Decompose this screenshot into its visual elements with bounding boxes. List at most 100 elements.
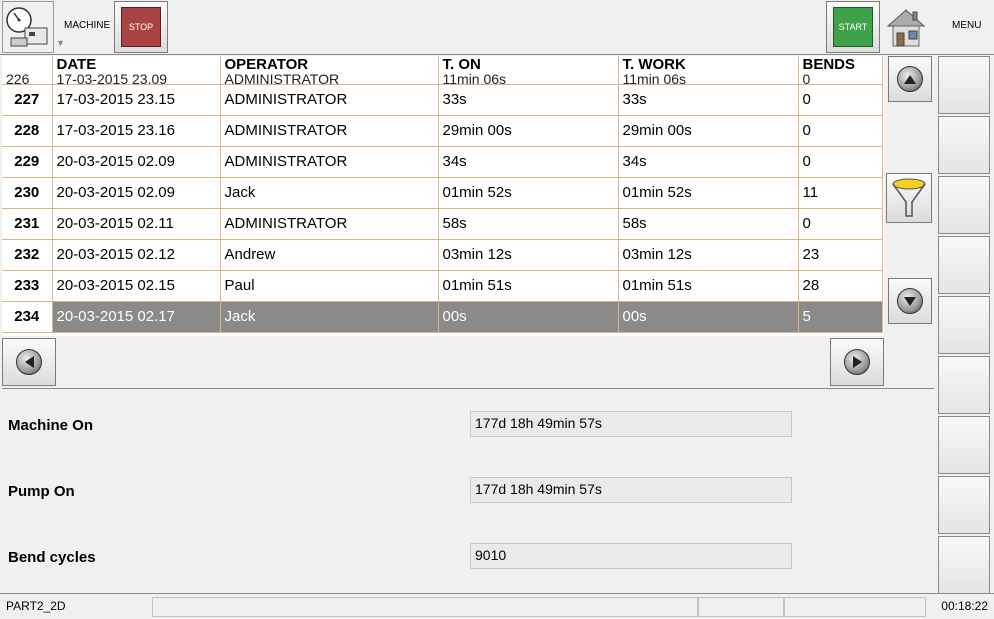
top-toolbar: MACHINE ▼ STOP START MENU bbox=[0, 0, 994, 55]
machine-dropdown-arrow-icon[interactable]: ▼ bbox=[56, 38, 65, 48]
home-icon[interactable] bbox=[884, 4, 928, 50]
col-header-date[interactable]: DATE 17-03-2015 23.09 bbox=[52, 56, 221, 85]
softkey-8[interactable] bbox=[938, 476, 990, 534]
filter-button[interactable] bbox=[886, 173, 932, 223]
partial-row-t-on: 11min 06s bbox=[442, 71, 507, 84]
row-bends: 0 bbox=[798, 208, 883, 240]
arrow-left-icon bbox=[16, 349, 42, 375]
table-row[interactable]: 232 20-03-2015 02.12 Andrew 03min 12s 03min … bbox=[2, 239, 883, 271]
row-t-on: 00s bbox=[438, 301, 619, 333]
row-date: 20-03-2015 02.11 bbox=[52, 208, 221, 240]
row-number: 234 bbox=[2, 301, 53, 333]
stop-button[interactable]: STOP bbox=[121, 7, 161, 47]
machine-gauge-icon bbox=[6, 7, 48, 47]
row-t-on: 01min 51s bbox=[438, 270, 619, 302]
machine-on-value: 177d 18h 49min 57s bbox=[470, 411, 792, 437]
row-operator: Andrew bbox=[220, 239, 439, 271]
softkey-2[interactable] bbox=[938, 116, 990, 174]
partial-row-bends: 0 bbox=[802, 71, 811, 84]
table-row[interactable]: 233 20-03-2015 02.15 Paul 01min 51s 01min 51… bbox=[2, 270, 883, 302]
menu-label[interactable]: MENU bbox=[952, 20, 981, 31]
table-row[interactable]: 234 20-03-2015 02.17 Jack 00s 00s 5 bbox=[2, 300, 883, 333]
row-t-work: 34s bbox=[618, 146, 799, 178]
partial-row-operator: ADMINISTRATOR bbox=[224, 71, 340, 84]
softkey-6[interactable] bbox=[938, 356, 990, 414]
row-operator: ADMINISTRATOR bbox=[220, 115, 439, 147]
status-bar: PART2_2D 00:18:22 bbox=[0, 593, 994, 619]
row-t-on: 58s bbox=[438, 208, 619, 240]
row-operator: Jack bbox=[220, 177, 439, 209]
row-number: 230 bbox=[2, 177, 53, 209]
row-bends: 28 bbox=[798, 270, 883, 302]
table-row[interactable]: 230 20-03-2015 02.09 Jack 01min 52s 01min 52… bbox=[2, 177, 883, 209]
scroll-right-button[interactable] bbox=[830, 338, 884, 386]
table-row[interactable]: 229 20-03-2015 02.09 ADMINISTRATOR 34s 34s 0 bbox=[2, 146, 883, 178]
col-header-operator[interactable]: OPERATOR ADMINISTRATOR bbox=[220, 56, 439, 85]
arrow-right-icon bbox=[844, 349, 870, 375]
row-date: 20-03-2015 02.09 bbox=[52, 146, 221, 178]
row-date: 20-03-2015 02.15 bbox=[52, 270, 221, 302]
partial-row-num: 226 bbox=[6, 71, 30, 84]
col-header-bends[interactable]: BENDS 0 bbox=[798, 56, 883, 85]
row-bends: 11 bbox=[798, 177, 883, 209]
scroll-up-button[interactable] bbox=[888, 56, 932, 102]
filter-funnel-icon bbox=[892, 178, 926, 217]
row-t-work: 03min 12s bbox=[618, 239, 799, 271]
row-number: 227 bbox=[2, 84, 53, 116]
row-operator: Jack bbox=[220, 301, 439, 333]
machine-gauge-button[interactable] bbox=[2, 1, 54, 53]
softkey-4[interactable] bbox=[938, 236, 990, 294]
scroll-left-button[interactable] bbox=[2, 338, 56, 386]
status-cell-a bbox=[698, 597, 784, 617]
machine-on-label: Machine On bbox=[8, 417, 94, 434]
row-number: 228 bbox=[2, 115, 53, 147]
row-bends: 23 bbox=[798, 239, 883, 271]
bend-cycles-value: 9010 bbox=[470, 543, 792, 569]
row-t-on: 03min 12s bbox=[438, 239, 619, 271]
row-bends: 0 bbox=[798, 115, 883, 147]
partial-row-t-work: 11min 06s bbox=[622, 71, 687, 84]
table-header-row: 226 DATE 17-03-2015 23.09 OPERATOR ADMINIS… bbox=[2, 56, 883, 85]
softkey-1[interactable] bbox=[938, 56, 990, 114]
col-header-t-work[interactable]: T. WORK 11min 06s bbox=[618, 56, 799, 85]
row-date: 20-03-2015 02.09 bbox=[52, 177, 221, 209]
row-t-work: 01min 52s bbox=[618, 177, 799, 209]
table-row[interactable]: 231 20-03-2015 02.11 ADMINISTRATOR 58s 58s 0 bbox=[2, 208, 883, 240]
start-button[interactable]: START bbox=[833, 7, 873, 47]
bend-cycles-label: Bend cycles bbox=[8, 549, 96, 566]
status-cell-message bbox=[152, 597, 698, 617]
row-date: 17-03-2015 23.16 bbox=[52, 115, 221, 147]
row-t-work: 01min 51s bbox=[618, 270, 799, 302]
row-operator: ADMINISTRATOR bbox=[220, 146, 439, 178]
pump-on-label: Pump On bbox=[8, 483, 75, 500]
row-date: 20-03-2015 02.17 bbox=[51, 300, 221, 333]
scroll-down-button[interactable] bbox=[888, 278, 932, 324]
row-operator: Paul bbox=[220, 270, 439, 302]
row-number: 229 bbox=[2, 146, 53, 178]
status-program-name: PART2_2D bbox=[6, 599, 66, 613]
row-t-work: 33s bbox=[618, 84, 799, 116]
row-operator: ADMINISTRATOR bbox=[220, 208, 439, 240]
status-clock: 00:18:22 bbox=[941, 599, 988, 613]
row-t-on: 34s bbox=[438, 146, 619, 178]
table-row[interactable]: 228 17-03-2015 23.16 ADMINISTRATOR 29min 00… bbox=[2, 115, 883, 147]
row-t-on: 29min 00s bbox=[438, 115, 619, 147]
softkey-5[interactable] bbox=[938, 296, 990, 354]
row-t-work: 58s bbox=[618, 208, 799, 240]
col-header-t-on[interactable]: T. ON 11min 06s bbox=[438, 56, 619, 85]
softkey-7[interactable] bbox=[938, 416, 990, 474]
stop-button-frame[interactable]: STOP bbox=[114, 1, 168, 53]
row-date: 20-03-2015 02.12 bbox=[52, 239, 221, 271]
machine-label: MACHINE bbox=[64, 20, 111, 31]
production-log-table: 226 DATE 17-03-2015 23.09 OPERATOR ADMINIS… bbox=[2, 56, 883, 333]
start-button-frame[interactable]: START bbox=[826, 1, 880, 53]
softkey-9[interactable] bbox=[938, 536, 990, 594]
row-bends: 0 bbox=[798, 146, 883, 178]
row-number: 233 bbox=[2, 270, 53, 302]
row-date: 17-03-2015 23.15 bbox=[52, 84, 221, 116]
machine-stats-panel: Machine On 177d 18h 49min 57s Pump On 17… bbox=[2, 388, 934, 592]
row-number: 231 bbox=[2, 208, 53, 240]
softkey-3[interactable] bbox=[938, 176, 990, 234]
row-t-work: 29min 00s bbox=[618, 115, 799, 147]
table-row[interactable]: 227 17-03-2015 23.15 ADMINISTRATOR 33s 33s 0 bbox=[2, 84, 883, 116]
